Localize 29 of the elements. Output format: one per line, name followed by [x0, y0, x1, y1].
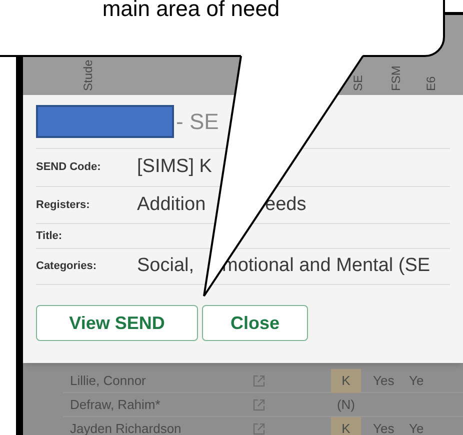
student-name[interactable]: Lillie, Connor	[63, 370, 253, 390]
column-header[interactable]: E6	[422, 76, 440, 91]
field-value: Social,	[137, 254, 194, 278]
column-header[interactable]: Stude	[79, 60, 97, 91]
column-header[interactable]: FSM	[387, 66, 405, 91]
close-button[interactable]: Close	[202, 305, 308, 341]
sen-cell-text: (N)	[336, 396, 356, 414]
field-label: Categories:	[36, 259, 98, 274]
field-value: eeds	[265, 192, 306, 217]
callout-text: main area of need	[102, 0, 280, 23]
field-label: SEND Code:	[36, 160, 102, 176]
view-send-button[interactable]: View SEND	[36, 305, 198, 341]
external-link-icon[interactable]	[253, 398, 265, 410]
sen-cell: K	[331, 368, 361, 392]
column-header[interactable]: SE	[349, 74, 367, 91]
field-label: Title:	[36, 228, 64, 244]
dialog-title: - SE	[176, 108, 219, 136]
fsm-cell-text: Yes	[373, 420, 396, 435]
external-link-icon[interactable]	[253, 374, 265, 386]
e6-cell-text: Ye	[409, 372, 424, 390]
field-value: Addition	[137, 192, 206, 217]
student-name[interactable]: Defraw, Rahim*	[63, 394, 253, 414]
external-link-icon[interactable]	[253, 422, 265, 434]
field-label: Registers:	[36, 198, 91, 213]
field-value: motional and Mental (SE	[222, 254, 430, 278]
field-value: [SIMS] K	[137, 155, 212, 180]
e6-cell-text: Ye	[409, 420, 424, 435]
sen-cell: K	[331, 416, 361, 435]
fsm-cell-text: Yes	[373, 372, 396, 390]
